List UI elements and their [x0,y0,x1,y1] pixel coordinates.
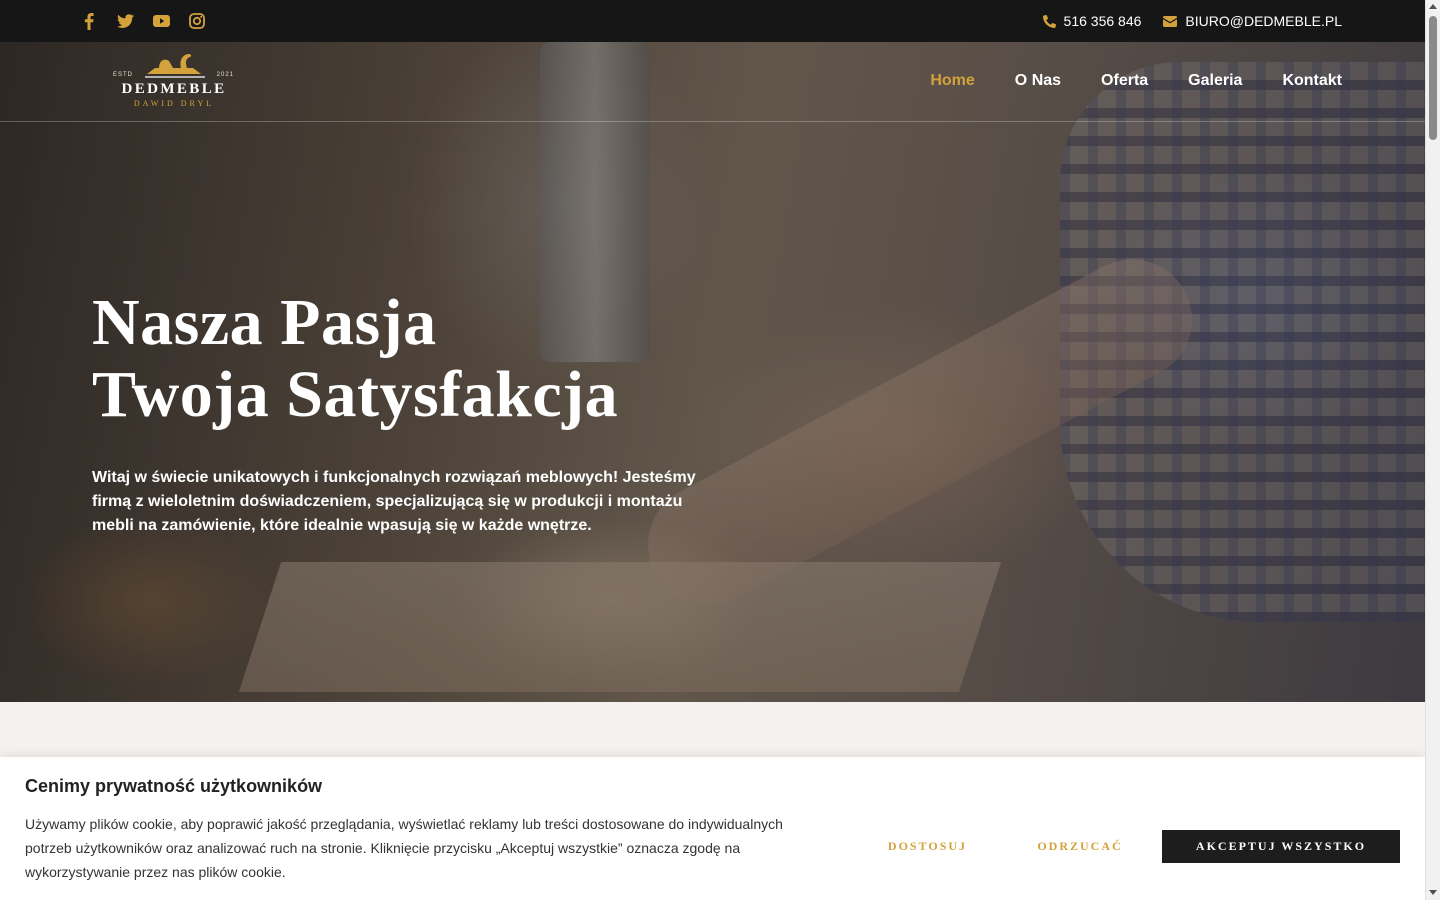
email-address: BIURO@DEDMEBLE.PL [1185,13,1342,29]
email-link[interactable]: BIURO@DEDMEBLE.PL [1163,13,1342,29]
envelope-icon [1163,15,1178,27]
reject-button[interactable]: ODRZUCAĆ [1020,830,1140,863]
cookie-text: Używamy plików cookie, aby poprawić jako… [25,816,783,880]
cookie-title: Cenimy prywatność użytkowników [25,776,323,796]
nav-item-kontakt[interactable]: Kontakt [1282,72,1342,90]
phone-number: 516 356 846 [1063,13,1142,29]
cookie-banner: Cenimy prywatność użytkowników Używamy p… [0,757,1425,900]
top-bar: 516 356 846 BIURO@DEDMEBLE.PL [0,0,1425,42]
logo-estd: ESTD [113,72,134,78]
twitter-icon[interactable] [116,10,134,32]
header-divider [0,121,1425,122]
logo-name: DEDMEBLE [121,81,227,97]
hero-title-line2: Twoja Satysfakcja [92,358,619,431]
nav-item-galeria[interactable]: Galeria [1188,72,1242,90]
hero-title-line1: Nasza Pasja [92,286,437,359]
logo-owner: DAWID DRYL [133,99,215,108]
social-links [80,10,206,32]
phone-icon [1042,14,1056,28]
site-logo[interactable]: ESTD 2021 DEDMEBLE DAWID DRYL [113,52,238,112]
hero-section: ESTD 2021 DEDMEBLE DAWID DRYL Home O Nas… [0,42,1425,702]
scroll-down-arrow-icon[interactable] [1429,890,1437,895]
accept-all-button[interactable]: AKCEPTUJ WSZYSTKO [1162,830,1400,863]
youtube-icon[interactable] [152,10,170,32]
nav-item-oferta[interactable]: Oferta [1101,72,1148,90]
phone-link[interactable]: 516 356 846 [1042,13,1142,29]
contact-info: 516 356 846 BIURO@DEDMEBLE.PL [1042,0,1342,42]
facebook-icon[interactable] [80,10,98,32]
hero-title: Nasza Pasja Twoja Satysfakcja [92,287,618,431]
nav-item-o-nas[interactable]: O Nas [1015,72,1061,90]
customize-button[interactable]: DOSTOSUJ [870,830,985,863]
page-scrollbar[interactable] [1425,0,1440,900]
nav-item-home[interactable]: Home [930,72,974,90]
scroll-up-arrow-icon[interactable] [1429,4,1437,9]
hero-description: Witaj w świecie unikatowych i funkcjonal… [92,469,696,534]
hand-plane-icon [145,54,205,78]
main-nav: Home O Nas Oferta Galeria Kontakt [930,72,1342,90]
scrollbar-thumb[interactable] [1429,16,1437,140]
instagram-icon[interactable] [188,10,206,32]
logo-year: 2021 [216,72,234,78]
